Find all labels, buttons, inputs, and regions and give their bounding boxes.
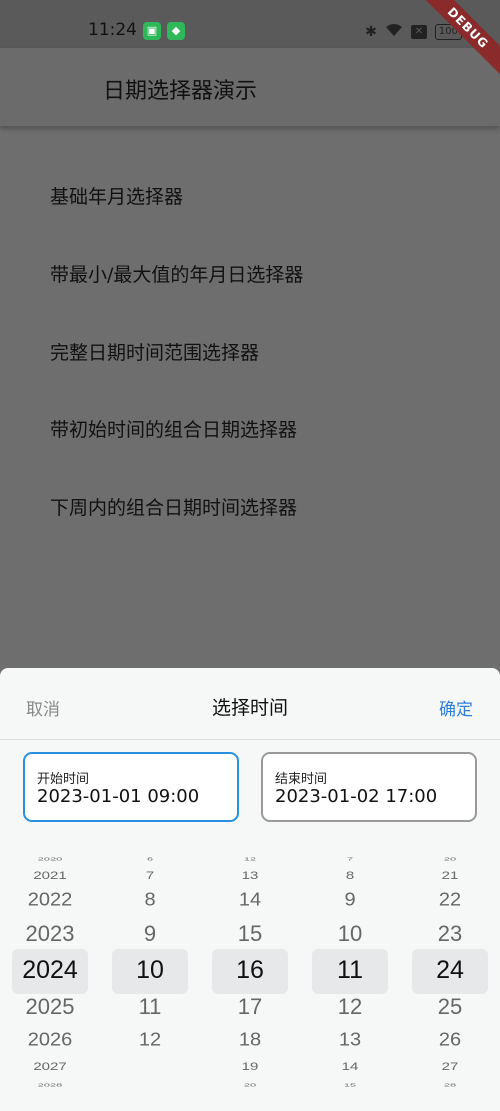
hour-option[interactable]: 15	[312, 1082, 388, 1087]
day-option[interactable]: 13	[212, 869, 288, 882]
minute-option[interactable]: 20	[412, 856, 488, 861]
day-option[interactable]: 15	[212, 921, 288, 947]
month-option[interactable]: 6	[112, 856, 188, 861]
status-bar: 11:24 ▣ ◆ ✱ ✕ 100	[0, 0, 500, 48]
year-option[interactable]: 2021	[12, 869, 88, 882]
menu-item-initial-time-combo[interactable]: 带初始时间的组合日期选择器	[50, 415, 297, 442]
hour-option[interactable]: 9	[312, 890, 388, 911]
page-title: 日期选择器演示	[103, 79, 258, 104]
year-option[interactable]: 2027	[12, 1060, 88, 1073]
hour-option[interactable]: 12	[312, 994, 388, 1020]
start-time-field[interactable]: 开始时间 2023-01-01 09:00	[23, 752, 239, 822]
month-option[interactable]: 10	[112, 956, 188, 985]
end-time-field[interactable]: 结束时间 2023-01-02 17:00	[261, 752, 477, 822]
start-time-label: 开始时间	[37, 772, 90, 787]
day-option[interactable]: 20	[212, 1082, 288, 1087]
month-wheel[interactable]: 6 7 8 9 10 11 12	[112, 853, 188, 1098]
hour-wheel[interactable]: 7 8 9 10 11 12 13 14 15	[312, 853, 388, 1098]
confirm-button[interactable]: 确定	[439, 695, 473, 720]
wifi-icon	[385, 22, 403, 41]
minute-option[interactable]: 22	[412, 890, 488, 911]
day-wheel[interactable]: 12 13 14 15 16 17 18 19 20	[212, 853, 288, 1098]
end-time-label: 结束时间	[275, 772, 328, 787]
picker-wheels: 2020 2021 2022 2023 2024 2025 2026 2027 2028 678…	[0, 853, 500, 1098]
menu-item-next-week-combo[interactable]: 下周内的组合日期时间选择器	[50, 493, 297, 520]
year-option[interactable]: 2020	[12, 856, 88, 861]
status-icons: ✱ ✕ 100	[365, 22, 462, 41]
month-option[interactable]: 9	[112, 921, 188, 947]
hour-option[interactable]: 10	[312, 921, 388, 947]
minute-wheel[interactable]: 20 21 22 23 24 25 26 27 28	[412, 853, 488, 1098]
hour-option[interactable]: 14	[312, 1060, 388, 1073]
hour-option[interactable]: 11	[312, 956, 388, 985]
end-time-value: 2023-01-02 17:00	[275, 786, 438, 807]
month-option[interactable]: 7	[112, 869, 188, 882]
day-option[interactable]: 16	[212, 956, 288, 985]
day-option[interactable]: 18	[212, 1030, 288, 1051]
minute-option[interactable]: 21	[412, 869, 488, 882]
month-option[interactable]: 8	[112, 890, 188, 911]
year-option[interactable]: 2025	[12, 994, 88, 1020]
hour-option[interactable]: 7	[312, 856, 388, 861]
month-option[interactable]: 11	[112, 994, 188, 1020]
minute-option[interactable]: 23	[412, 921, 488, 947]
hour-option[interactable]: 8	[312, 869, 388, 882]
day-option[interactable]: 12	[212, 856, 288, 861]
year-option[interactable]: 2024	[12, 956, 88, 985]
year-option[interactable]: 2022	[12, 890, 88, 911]
month-option[interactable]: 12	[112, 1030, 188, 1051]
menu-item-datetime-range[interactable]: 完整日期时间范围选择器	[50, 338, 259, 365]
year-option[interactable]: 2026	[12, 1030, 88, 1051]
day-option[interactable]: 19	[212, 1060, 288, 1073]
minute-option[interactable]: 25	[412, 994, 488, 1020]
minute-option[interactable]: 27	[412, 1060, 488, 1073]
minute-option[interactable]: 24	[412, 956, 488, 985]
bluetooth-icon: ✱	[365, 23, 377, 40]
hour-option[interactable]: 13	[312, 1030, 388, 1051]
minute-option[interactable]: 26	[412, 1030, 488, 1051]
notification-icon: ▣	[143, 22, 161, 40]
status-time: 11:24	[88, 20, 137, 40]
shield-icon: ◆	[167, 22, 185, 40]
sheet-header: 取消 选择时间 确定	[0, 668, 500, 740]
day-option[interactable]: 17	[212, 994, 288, 1020]
year-option[interactable]: 2023	[12, 921, 88, 947]
year-option[interactable]: 2028	[12, 1082, 88, 1087]
sheet-title: 选择时间	[211, 697, 288, 719]
app-bar: 日期选择器演示	[0, 48, 500, 126]
year-wheel[interactable]: 2020 2021 2022 2023 2024 2025 2026 2027 2028	[12, 853, 88, 1098]
minute-option[interactable]: 28	[412, 1082, 488, 1087]
picker-sheet: 取消 选择时间 确定 开始时间 2023-01-01 09:00 结束时间 20…	[0, 668, 500, 1111]
day-option[interactable]: 14	[212, 890, 288, 911]
signal-off-icon: ✕	[410, 24, 427, 39]
menu-item-basic-year-month[interactable]: 基础年月选择器	[50, 182, 183, 209]
start-time-value: 2023-01-01 09:00	[37, 786, 200, 807]
menu-item-min-max-date[interactable]: 带最小/最大值的年月日选择器	[50, 260, 303, 287]
